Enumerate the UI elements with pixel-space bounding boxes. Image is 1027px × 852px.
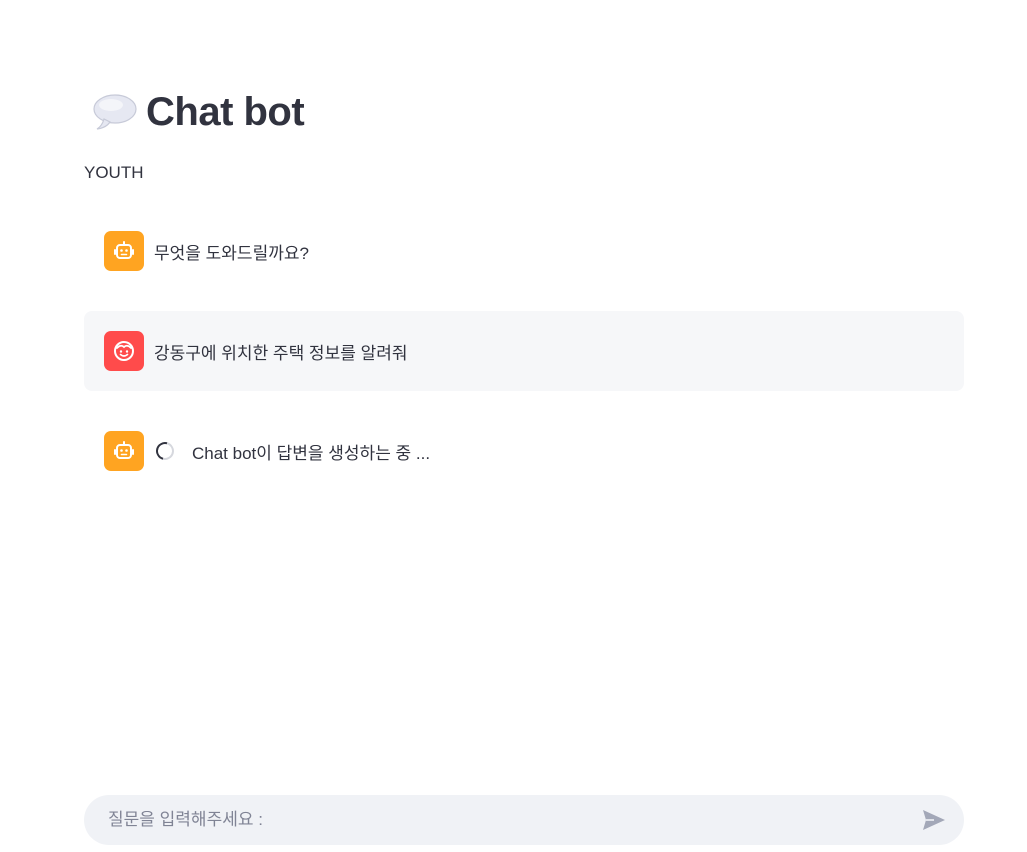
send-button[interactable] [920, 806, 948, 834]
page-title: Chat bot [146, 89, 305, 134]
message-text: 강동구에 위치한 주택 정보를 알려줘 [154, 343, 408, 363]
page-caption: YOUTH [84, 163, 144, 182]
generating-status-text: Chat bot이 답변을 생성하는 중 ... [192, 443, 431, 463]
send-arrow-icon [923, 810, 945, 830]
user-avatar [104, 331, 144, 371]
robot-icon [114, 441, 134, 459]
bot-avatar [104, 231, 144, 271]
chat-message-assistant-loading: Chat bot이 답변을 생성하는 중 ... [84, 411, 964, 491]
bot-avatar [104, 431, 144, 471]
chat-app: Chat bot YOUTH 무엇을 도와드릴까요? 강동구에 위치한 주택 정… [0, 0, 1027, 852]
smiley-face-icon [114, 341, 134, 361]
speech-balloon-icon [93, 94, 137, 130]
loading-spinner-icon [152, 438, 178, 464]
chat-input[interactable] [106, 809, 920, 831]
chat-message-assistant: 무엇을 도와드릴까요? [84, 211, 964, 291]
page-title-row: Chat bot [92, 86, 305, 138]
chat-message-user: 강동구에 위치한 주택 정보를 알려줘 [84, 311, 964, 391]
robot-icon [114, 241, 134, 259]
message-text: 무엇을 도와드릴까요? [154, 243, 309, 263]
chat-input-bar [84, 795, 964, 845]
